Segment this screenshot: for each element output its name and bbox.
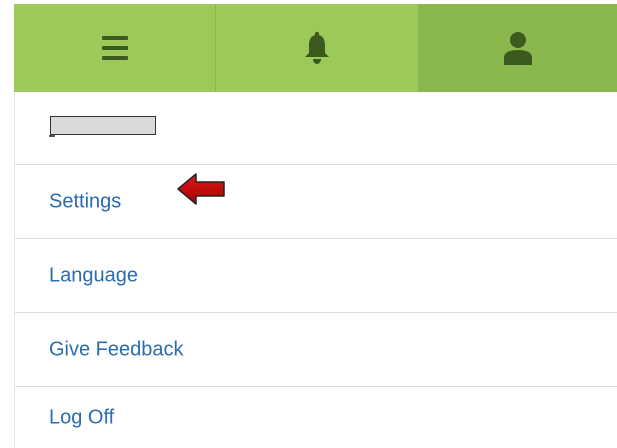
- menu-item-label: Settings: [49, 190, 122, 213]
- menu-item-label: Language: [49, 264, 138, 287]
- red-arrow-icon: [176, 171, 244, 212]
- bell-icon: [303, 31, 331, 65]
- menu-item-label: Log Off: [49, 406, 115, 429]
- user-icon: [502, 31, 534, 65]
- redacted-user-name: [50, 116, 156, 135]
- app-frame: Settings Language Give Feedback Log Off: [0, 0, 617, 448]
- menu-item-settings[interactable]: Settings: [15, 166, 617, 239]
- user-menu: Settings Language Give Feedback Log Off: [15, 92, 617, 448]
- menu-item-label: Give Feedback: [49, 338, 184, 361]
- tab-user[interactable]: [418, 4, 617, 92]
- menu-item-log-off[interactable]: Log Off: [15, 388, 617, 448]
- top-navigation-bar: [14, 4, 617, 92]
- tab-notifications[interactable]: [216, 4, 418, 92]
- menu-item-language[interactable]: Language: [15, 240, 617, 313]
- user-name-row: [15, 92, 617, 165]
- tab-menu[interactable]: [14, 4, 216, 92]
- hamburger-menu-icon: [100, 35, 130, 61]
- menu-item-give-feedback[interactable]: Give Feedback: [15, 314, 617, 387]
